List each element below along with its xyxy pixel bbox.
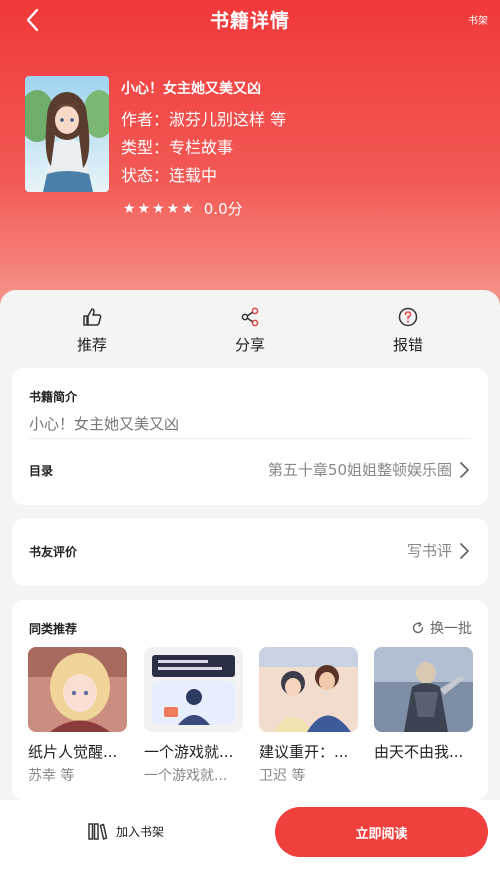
write-review-link[interactable]: 写书评 [407, 540, 452, 561]
action-bar: 推荐 分享 报错 [0, 300, 500, 360]
add-to-shelf-button[interactable]: 加入书架 [88, 822, 164, 840]
rating-score: 0.0分 [203, 200, 243, 218]
page-title: 书籍详情 [209, 10, 290, 32]
recommend-button[interactable]: 推荐 [52, 306, 132, 355]
similar-book-title: 由天不由我... [374, 743, 464, 761]
refresh-button[interactable]: 换一批 [411, 618, 472, 638]
share-label: 分享 [234, 336, 265, 354]
add-to-shelf-label: 加入书架 [116, 824, 165, 839]
similar-book-item[interactable]: 建议重开：... 卫迟 等 [259, 647, 358, 785]
similar-book-author: 一个游戏就... [144, 768, 228, 784]
intro-text: 小心！女主她又美又凶 [29, 415, 180, 433]
book-title: 小心！女主她又美又凶 [121, 81, 261, 97]
reader-review-card[interactable]: 书友评价 写书评 [12, 518, 488, 586]
similar-books-card: 同类推荐 换一批 纸片人觉醒... 苏幸 等 一个游戏就... 一个游戏就...… [12, 600, 488, 800]
review-heading: 书友评价 [29, 545, 78, 559]
bookshelf-icon [88, 823, 108, 840]
refresh-icon [412, 621, 424, 634]
book-intro-card: 书籍简介 小心！女主她又美又凶 目录 第五十章50姐姐整顿娱乐圈 [12, 368, 488, 505]
rating-stars: ★★★★★ [123, 200, 196, 217]
book-rating: ★★★★★ 0.0分 [123, 198, 243, 219]
similar-book-item[interactable]: 由天不由我... [374, 647, 473, 765]
book-author: 作者：淑芬儿别这样 等 [121, 110, 287, 129]
latest-chapter-link[interactable]: 第五十章50姐姐整顿娱乐圈 [268, 459, 452, 480]
similar-book-title: 一个游戏就... [144, 743, 234, 761]
similar-books-heading: 同类推荐 [29, 622, 78, 636]
similar-book-cover [259, 647, 358, 732]
book-type: 类型：专栏故事 [121, 138, 234, 157]
similar-book-author: 苏幸 等 [28, 768, 75, 784]
similar-book-cover [374, 647, 473, 732]
share-icon [241, 307, 259, 327]
report-error-button[interactable]: 报错 [368, 306, 448, 355]
bookshelf-link[interactable]: 书架 [468, 12, 488, 27]
divider [29, 438, 471, 439]
recommend-label: 推荐 [76, 336, 107, 354]
toc-heading: 目录 [29, 464, 54, 478]
book-status: 状态：连载中 [121, 166, 218, 185]
similar-book-item[interactable]: 一个游戏就... 一个游戏就... [144, 647, 243, 785]
similar-book-title: 纸片人觉醒... [28, 743, 118, 761]
book-cover-image [25, 76, 109, 192]
top-nav-bar: 书籍详情 书架 [0, 0, 500, 40]
read-now-button[interactable]: 立即阅读 [275, 807, 488, 857]
report-error-label: 报错 [392, 336, 423, 354]
share-button[interactable]: 分享 [210, 306, 290, 355]
similar-book-cover [144, 647, 243, 732]
bottom-action-bar: 加入书架 立即阅读 [0, 800, 500, 869]
similar-book-title: 建议重开：... [259, 743, 349, 761]
question-circle-icon [398, 307, 418, 327]
thumbs-up-icon [83, 308, 102, 326]
chevron-right-icon[interactable] [458, 542, 470, 560]
intro-heading: 书籍简介 [29, 390, 78, 404]
similar-book-author: 卫迟 等 [259, 768, 306, 784]
chevron-right-icon[interactable] [458, 461, 470, 479]
refresh-label: 换一批 [430, 621, 472, 637]
similar-book-item[interactable]: 纸片人觉醒... 苏幸 等 [28, 647, 127, 785]
similar-book-cover [28, 647, 127, 732]
